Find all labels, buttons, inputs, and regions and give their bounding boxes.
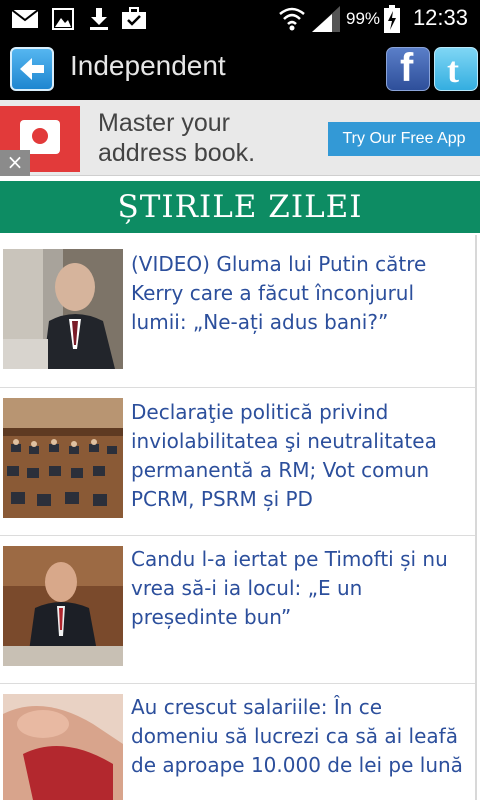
news-title: Au crescut salariile: În ce domeniu să l… [131, 695, 463, 777]
clock: 12:33 [412, 5, 468, 30]
news-thumbnail [3, 249, 123, 369]
facebook-icon: f [400, 46, 414, 90]
news-title: Candu l-a iertat pe Timofti și nu vrea s… [131, 547, 448, 629]
news-thumbnail [3, 398, 123, 518]
news-item[interactable]: (VIDEO) Gluma lui Putin către Kerry care… [0, 235, 480, 388]
news-title: (VIDEO) Gluma lui Putin către Kerry care… [131, 252, 427, 334]
battery-icon [384, 5, 400, 33]
news-item[interactable]: Declaraţie politică privind inviolabilit… [0, 388, 480, 536]
ad-cta-button[interactable]: Try Our Free App [328, 122, 480, 156]
news-list: (VIDEO) Gluma lui Putin către Kerry care… [0, 235, 480, 800]
briefcase-icon [122, 7, 146, 29]
download-icon [90, 8, 108, 30]
twitter-icon: t [447, 50, 459, 90]
twitter-button[interactable]: t [434, 47, 478, 91]
battery-percent: 99% [346, 9, 381, 28]
news-thumbnail [3, 546, 123, 666]
news-item[interactable]: Candu l-a iertat pe Timofti și nu vrea s… [0, 536, 480, 684]
app-bar: Independent f t [0, 38, 480, 100]
news-title: Declaraţie politică privind inviolabilit… [131, 400, 437, 511]
status-bar: 99% 12:33 [0, 0, 480, 38]
facebook-button[interactable]: f [386, 46, 430, 91]
wifi-icon [279, 7, 305, 31]
app-title: Independent [70, 50, 226, 81]
back-arrow-icon [20, 58, 44, 80]
signal-icon [312, 6, 340, 32]
mail-icon [12, 10, 38, 28]
back-button[interactable] [10, 47, 54, 91]
section-title: ȘTIRILE ZILEI [0, 181, 480, 233]
scrollbar[interactable] [475, 235, 477, 800]
image-icon [52, 8, 74, 30]
news-thumbnail [3, 694, 123, 800]
news-item[interactable]: Au crescut salariile: În ce domeniu să l… [0, 684, 480, 800]
ad-headline: Master your address book. [98, 109, 256, 167]
ad-banner[interactable]: Master your address book. Try Our Free A… [0, 100, 480, 176]
ad-close-button[interactable]: × [0, 150, 30, 176]
